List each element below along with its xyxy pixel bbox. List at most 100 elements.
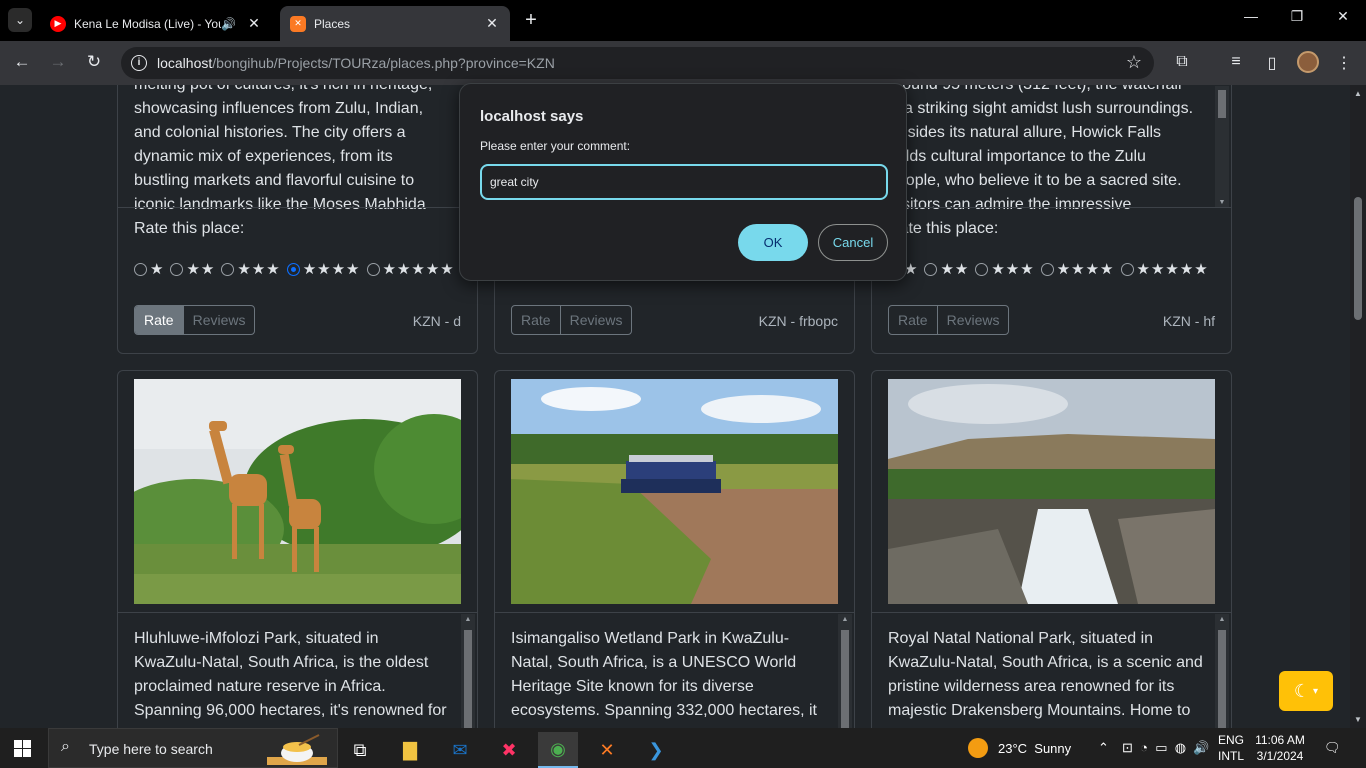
tab-strip: ⌄ ▶ Kena Le Modisa (Live) - You 🔊 ✕ ✕ Pl… <box>0 0 1366 41</box>
clock[interactable]: 11:06 AM 3/1/2024 <box>1250 732 1310 764</box>
media-controls-icon[interactable]: ≡ <box>1225 53 1247 71</box>
rating-radio-2[interactable] <box>170 262 184 276</box>
scroll-thumb[interactable] <box>1354 197 1362 320</box>
place-card: Hluhluwe-iMfolozi Park, situated in KwaZ… <box>117 370 478 728</box>
minimize-icon[interactable]: — <box>1228 8 1274 24</box>
divider <box>118 612 477 613</box>
location-label: KZN - frbopc <box>758 313 838 329</box>
rating-radio-3[interactable] <box>975 262 989 276</box>
site-info-icon[interactable]: i <box>131 55 147 71</box>
place-image <box>134 379 461 604</box>
rating-radio-1[interactable] <box>134 262 147 276</box>
place-description: Hluhluwe-iMfolozi Park, situated in KwaZ… <box>134 630 447 719</box>
tab-title: Places <box>314 16 351 31</box>
speaker-icon[interactable]: 🔊 <box>221 17 236 31</box>
dialog-message: Please enter your comment: <box>480 139 631 153</box>
rating-radio-5[interactable] <box>366 262 380 276</box>
divider <box>872 207 1231 208</box>
restore-icon[interactable]: ❐ <box>1274 8 1320 25</box>
rate-reviews-group: Rate Reviews <box>888 305 1010 335</box>
tray-chevron-icon[interactable]: ⌃ <box>1098 728 1109 768</box>
tab-places[interactable]: ✕ Places ✕ <box>280 6 510 41</box>
vscode-icon[interactable]: ❯ <box>636 732 676 768</box>
place-image <box>888 379 1215 604</box>
notifications-icon[interactable]: 🗨 <box>1324 728 1341 768</box>
description-scrollbar[interactable]: ▲ <box>838 614 852 728</box>
tab-title: Kena Le Modisa (Live) - You <box>74 16 222 31</box>
xampp-icon: ✕ <box>290 15 306 32</box>
reload-icon[interactable]: ↻ <box>83 52 105 72</box>
language-indicator[interactable]: ENG INTL <box>1206 732 1256 764</box>
extensions-icon[interactable]: ⧉ <box>1171 53 1193 71</box>
close-tab-icon[interactable]: ✕ <box>246 15 262 32</box>
ok-button[interactable]: OK <box>738 224 808 261</box>
close-window-icon[interactable]: ✕ <box>1320 8 1366 25</box>
tab-search-button[interactable]: ⌄ <box>8 8 32 32</box>
bookmark-star-icon[interactable]: ☆ <box>1126 52 1142 73</box>
file-explorer-icon[interactable]: ▇ <box>390 732 430 768</box>
taskbar-search[interactable]: ⌕ Type here to search <box>48 728 338 768</box>
rating-radio-4[interactable] <box>286 262 300 276</box>
rating-radio-5[interactable] <box>1120 262 1134 276</box>
cancel-button[interactable]: Cancel <box>818 224 888 261</box>
rating-radio-2[interactable] <box>924 262 938 276</box>
side-panel-icon[interactable]: ▯ <box>1261 53 1283 73</box>
description-scrollbar[interactable]: ▼ <box>1215 86 1229 208</box>
reviews-button[interactable]: Reviews <box>936 306 1009 334</box>
prompt-dialog: localhost says Please enter your comment… <box>459 83 907 281</box>
forward-icon[interactable]: → <box>47 52 69 72</box>
outlook-icon[interactable]: ✉ <box>440 732 480 768</box>
location-label: KZN - hf <box>1162 313 1215 329</box>
xampp-taskbar-icon[interactable]: ✕ <box>587 732 627 768</box>
back-icon[interactable]: ← <box>11 52 33 72</box>
windows-taskbar: ⌕ Type here to search ⧉ ▇ ✉ ✖ ◉ ✕ ❯ 23°C… <box>0 728 1366 768</box>
rate-button[interactable]: Rate <box>512 306 560 334</box>
tab-youtube[interactable]: ▶ Kena Le Modisa (Live) - You 🔊 ✕ <box>40 6 272 41</box>
search-icon: ⌕ <box>61 738 70 755</box>
page-scrollbar[interactable]: ▲ ▼ <box>1350 85 1366 728</box>
place-description: Royal Natal National Park, situated in K… <box>888 630 1203 719</box>
scroll-down-icon[interactable]: ▼ <box>1350 715 1366 724</box>
divider <box>495 612 854 613</box>
rate-label: Rate this place: <box>134 220 245 237</box>
scroll-up-icon[interactable]: ▲ <box>1350 89 1366 98</box>
task-view-icon[interactable]: ⧉ <box>340 732 380 768</box>
rating-radio-4[interactable] <box>1040 262 1054 276</box>
youtube-icon: ▶ <box>50 15 66 32</box>
moon-icon: ☾ <box>1293 680 1311 701</box>
reviews-button[interactable]: Reviews <box>559 306 632 334</box>
rate-button[interactable]: Rate <box>135 306 183 334</box>
address-bar[interactable]: i localhost/bongihub/Projects/TOURza/pla… <box>121 47 1154 79</box>
place-card: around 95 meters (312 feet), the waterfa… <box>871 85 1232 354</box>
tray-icons[interactable]: ⊡ ◔ ▭ ◍ 🔊 <box>1122 728 1209 768</box>
chevron-down-icon: ▾ <box>1313 685 1319 697</box>
menu-icon[interactable]: ⋮ <box>1333 53 1355 73</box>
description-scrollbar[interactable]: ▲ <box>461 614 475 728</box>
rate-reviews-group: Rate Reviews <box>134 305 256 335</box>
windows-start-icon[interactable] <box>14 740 31 757</box>
chrome-icon[interactable]: ◉ <box>538 732 578 768</box>
close-tab-icon[interactable]: ✕ <box>484 15 500 32</box>
weather-widget[interactable]: 23°C Sunny <box>968 728 1071 768</box>
noodle-bowl-icon <box>267 734 327 765</box>
place-description: around 95 meters (312 feet), the waterfa… <box>888 85 1194 209</box>
theme-toggle-button[interactable]: ☾ ▾ <box>1279 671 1333 711</box>
place-card: melting pot of cultures, it's rich in he… <box>117 85 478 354</box>
profile-avatar[interactable] <box>1297 51 1319 73</box>
app-x-icon[interactable]: ✖ <box>489 732 529 768</box>
place-image <box>511 379 838 604</box>
divider <box>872 612 1231 613</box>
rate-button[interactable]: Rate <box>889 306 937 334</box>
search-placeholder: Type here to search <box>89 741 213 757</box>
url-text[interactable]: localhost/bongihub/Projects/TOURza/place… <box>157 55 555 71</box>
place-card: Isimangaliso Wetland Park in KwaZulu-Nat… <box>494 370 855 728</box>
place-description: Isimangaliso Wetland Park in KwaZulu-Nat… <box>511 630 817 719</box>
rating-radio-3[interactable] <box>221 262 235 276</box>
dialog-title: localhost says <box>480 108 584 125</box>
rate-reviews-group: Rate Reviews <box>511 305 633 335</box>
rating-options: ★ ★★ ★★★ ★★★★ ★★★★★ <box>134 260 461 278</box>
reviews-button[interactable]: Reviews <box>182 306 255 334</box>
comment-input[interactable] <box>480 164 888 200</box>
new-tab-icon[interactable]: + <box>520 9 542 32</box>
description-scrollbar[interactable]: ▲ <box>1215 614 1229 728</box>
